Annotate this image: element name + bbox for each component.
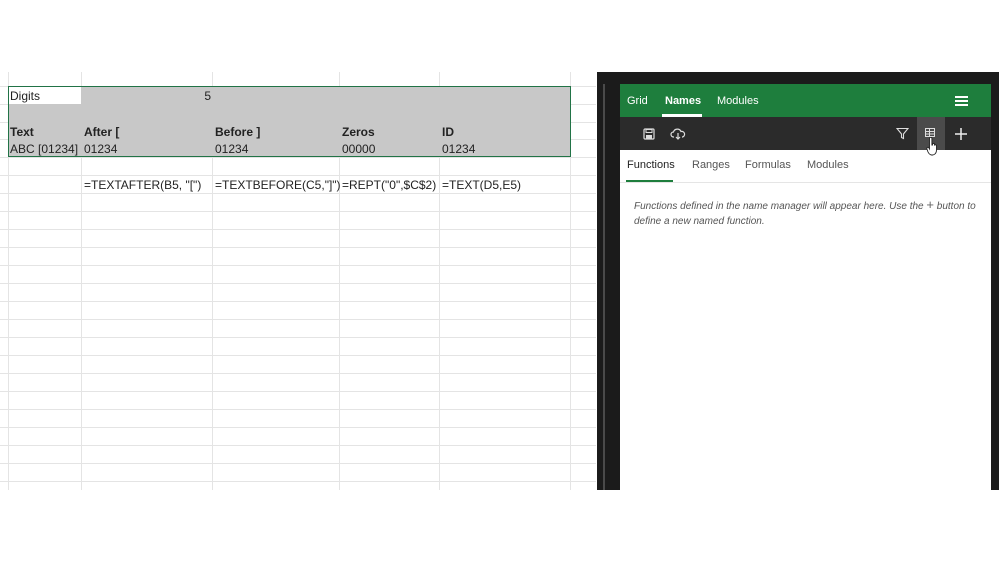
spreadsheet-grid[interactable]: Digits 5 Text After [ Before ] Zeros ID … [0, 72, 596, 490]
nav-modules[interactable]: Modules [717, 95, 759, 107]
gridline [0, 391, 596, 392]
cell-header-zeros[interactable]: Zeros [342, 123, 375, 141]
gridline [0, 247, 596, 248]
save-button[interactable] [635, 117, 663, 150]
gridline [0, 283, 596, 284]
gridline [0, 337, 596, 338]
gridline [0, 355, 596, 356]
nav-grid[interactable]: Grid [627, 95, 648, 107]
gridline [0, 265, 596, 266]
gridline [0, 319, 596, 320]
cell-digits-label[interactable]: Digits [10, 87, 40, 105]
cell-value-text[interactable]: ABC [01234] [10, 140, 78, 158]
cell-header-text[interactable]: Text [10, 123, 34, 141]
cell-value-zeros[interactable]: 00000 [342, 140, 375, 158]
download-button[interactable] [664, 117, 692, 150]
cell-header-before[interactable]: Before ] [215, 123, 260, 141]
cell-formula-before[interactable]: =TEXTBEFORE(C5,"]") [215, 176, 341, 194]
plus-icon [955, 127, 967, 140]
panel-border-right [991, 72, 999, 490]
panel-splitter[interactable] [603, 72, 605, 490]
filter-button[interactable] [888, 117, 916, 150]
cell-value-after[interactable]: 01234 [84, 140, 117, 158]
gridline [0, 481, 596, 482]
cloud-download-icon [670, 128, 686, 140]
panel-border [597, 72, 620, 490]
cell-formula-id[interactable]: =TEXT(D5,E5) [442, 176, 521, 194]
tab-modules[interactable]: Modules [807, 159, 849, 171]
gridline [0, 409, 596, 410]
gridline [0, 463, 596, 464]
cell-header-id[interactable]: ID [442, 123, 454, 141]
hamburger-icon[interactable] [955, 96, 968, 106]
cell-value-id[interactable]: 01234 [442, 140, 475, 158]
add-button[interactable] [947, 117, 975, 150]
panel-tabs [620, 150, 991, 183]
cell-header-after[interactable]: After [ [84, 123, 119, 141]
tab-ranges[interactable]: Ranges [692, 159, 730, 171]
tab-functions[interactable]: Functions [627, 159, 675, 171]
filter-icon [895, 127, 909, 140]
empty-state-message: Functions defined in the name manager wi… [634, 197, 979, 229]
plus-icon: + [926, 197, 934, 212]
empty-state-text: Functions defined in the name manager wi… [634, 201, 924, 212]
cell-formula-after[interactable]: =TEXTAFTER(B5, "[") [84, 176, 201, 194]
cell-value-before[interactable]: 01234 [215, 140, 248, 158]
save-icon [643, 127, 655, 140]
tab-formulas[interactable]: Formulas [745, 159, 791, 171]
panel-title: EXCEL LABS [620, 60, 697, 72]
gridline [0, 301, 596, 302]
cell-formula-zeros[interactable]: =REPT("0",$C$2) [342, 176, 436, 194]
gridline [0, 373, 596, 374]
gridline [0, 445, 596, 446]
cell-digits-value[interactable]: 5 [83, 87, 211, 105]
gridline [0, 211, 596, 212]
gridline [0, 229, 596, 230]
nav-names[interactable]: Names [665, 95, 701, 107]
gridline [0, 427, 596, 428]
tab-active-indicator [626, 180, 673, 182]
